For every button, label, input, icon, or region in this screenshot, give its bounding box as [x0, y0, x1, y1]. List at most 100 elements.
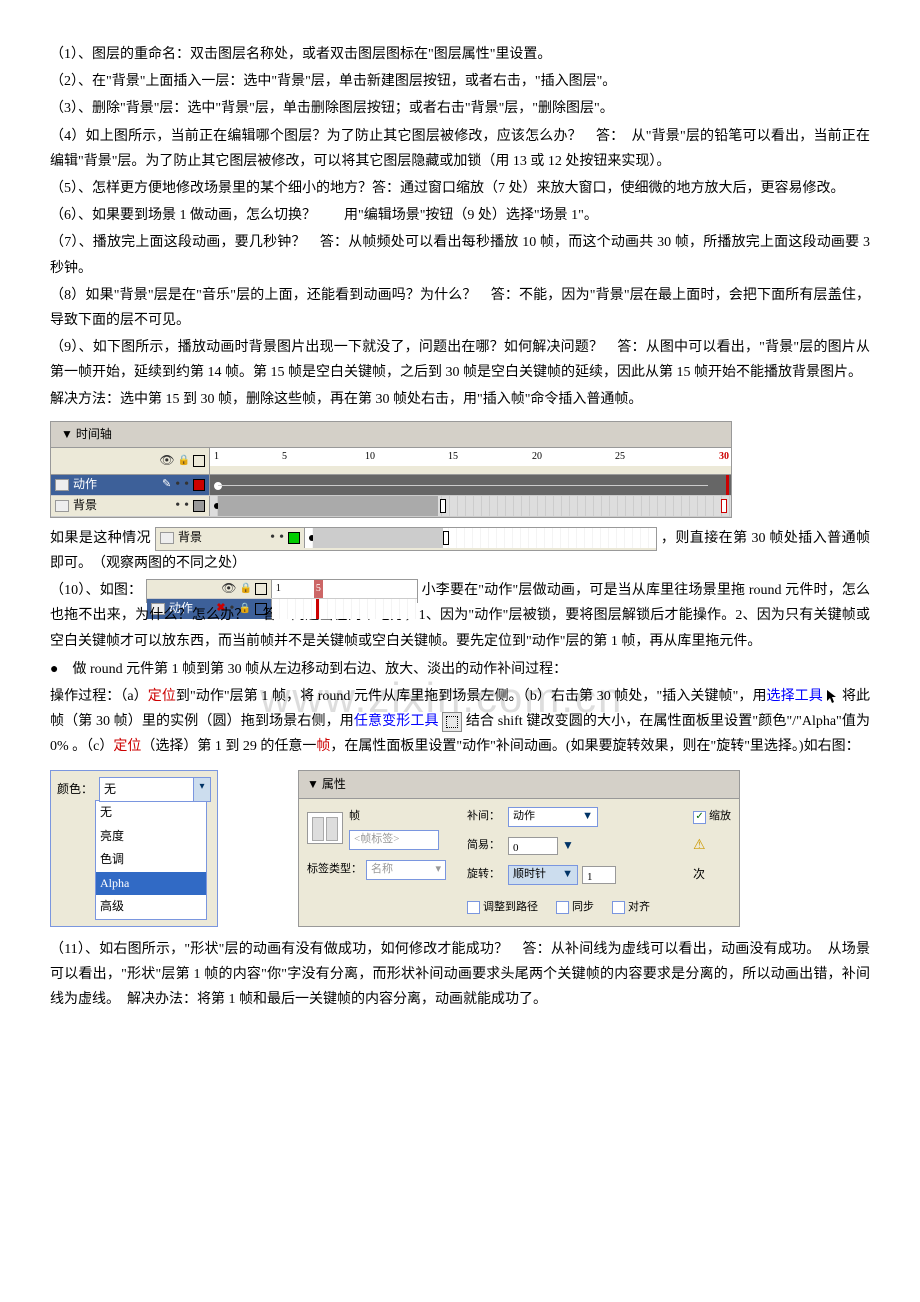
- color-select-options[interactable]: 无 亮度 色调 Alpha 高级: [95, 800, 207, 920]
- dropdown-arrow-icon: ▼: [562, 865, 573, 885]
- sync-checkbox[interactable]: 同步: [556, 898, 594, 918]
- align-checkbox[interactable]: 对齐: [612, 898, 650, 918]
- eye-icon[interactable]: 👁: [159, 450, 174, 472]
- para-9b: 解决方法：选中第 15 到 30 帧，删除这些帧，再在第 30 帧处右击，用"插…: [50, 387, 870, 412]
- cursor-icon: [826, 689, 838, 705]
- checkbox-icon: [467, 901, 480, 914]
- transform-icon: [442, 712, 462, 732]
- layer-row-action[interactable]: 动作 ✎ • •: [51, 475, 731, 496]
- ease-label: 简易：: [467, 836, 500, 856]
- color-option[interactable]: 高级: [96, 895, 206, 919]
- text-before-inline: 如果是这种情况: [50, 531, 151, 546]
- color-select[interactable]: 无 ▾: [99, 777, 211, 803]
- operation-process: 操作过程：（a）定位到"动作"层第 1 帧，将 round 元件从库里拖到场景左…: [50, 684, 870, 760]
- layer-label: 动作: [73, 474, 97, 496]
- rotate-value: 顺时针: [513, 865, 546, 885]
- ruler-num: 5: [314, 580, 323, 598]
- op-locate2: 定位: [113, 739, 141, 754]
- frames-action[interactable]: [210, 475, 731, 495]
- ruler-num: 30: [719, 448, 729, 466]
- ruler-num: 25: [615, 448, 625, 466]
- timeline-tab[interactable]: ▼ 时间轴: [51, 422, 731, 449]
- dropdown-arrow-icon[interactable]: ▾: [193, 778, 210, 802]
- op-text: 到"动作"层第 1 帧，将 round 元件从库里拖到场景左侧。（b）右击第 3…: [176, 689, 767, 704]
- checkbox-icon: [556, 901, 569, 914]
- timeline-inline-action: 👁 🔒 1 5 动作 ✖ • 🔒: [146, 579, 418, 603]
- color-label: 颜色：: [57, 779, 93, 801]
- timeline-ruler[interactable]: 1 5 10 15 20 25 30: [210, 448, 731, 466]
- adjust-path-label: 调整到路径: [483, 898, 538, 918]
- lock-icon[interactable]: 🔒: [239, 580, 251, 598]
- frames-inline[interactable]: [305, 528, 656, 548]
- dot-icon[interactable]: •: [184, 493, 189, 518]
- para-8: （8）如果"背景"层是在"音乐"层的上面，还能看到动画吗？为什么？ 答：不能，因…: [50, 283, 870, 333]
- outline-icon[interactable]: [193, 455, 205, 467]
- color-icon[interactable]: [193, 500, 205, 512]
- pencil-icon: ✎: [162, 475, 171, 495]
- layer-name-background[interactable]: 背景 • •: [51, 496, 210, 516]
- timeline-header: 👁 🔒 1 5 10 15 20 25 30: [51, 448, 731, 475]
- frames-inline2[interactable]: [272, 599, 417, 619]
- op-text: 操作过程：（a）: [50, 689, 148, 704]
- frames-background[interactable]: [210, 496, 731, 516]
- color-option-selected[interactable]: Alpha: [96, 872, 206, 896]
- layer-icon: [55, 479, 69, 491]
- op-select-tool: 选择工具: [767, 689, 823, 704]
- color-icon[interactable]: [288, 532, 300, 544]
- tween-label: 补间：: [467, 807, 500, 827]
- dropdown-arrow-icon[interactable]: ▼: [562, 835, 574, 857]
- ruler-num: 10: [365, 448, 375, 466]
- tween-select[interactable]: 动作 ▼: [508, 807, 598, 827]
- layer-header-controls-inline: 👁 🔒: [147, 580, 272, 598]
- lock-icon[interactable]: 🔒: [178, 452, 190, 470]
- label-type-value: 名称: [371, 860, 393, 880]
- playhead[interactable]: [316, 599, 319, 619]
- para-11: （11）、如右图所示，"形状"层的动画有没有做成功，如何修改才能成功？ 答：从补…: [50, 937, 870, 1013]
- layer-name-action[interactable]: 动作 ✎ • •: [51, 475, 210, 495]
- layer-row-background[interactable]: 背景 • •: [51, 496, 731, 517]
- dot-icon[interactable]: •: [279, 525, 284, 550]
- timeline-panel-1: ▼ 时间轴 👁 🔒 1 5 10 15 20 25 30 动作 ✎ • •: [50, 421, 732, 518]
- ease-input[interactable]: 0: [508, 837, 558, 855]
- frame-icon: [307, 812, 343, 844]
- playhead[interactable]: [726, 475, 729, 495]
- ruler-inline[interactable]: 1 5: [272, 580, 417, 598]
- align-label: 对齐: [628, 898, 650, 918]
- color-panel: 颜色： 无 ▾ 无 亮度 色调 Alpha 高级: [50, 770, 218, 928]
- dot-icon[interactable]: •: [270, 525, 275, 550]
- op-frame: 帧: [316, 739, 330, 754]
- bullet-text: 做 round 元件第 1 帧到第 30 帧从左边移动到右边、放大、淡出的动作补…: [72, 662, 567, 677]
- label-type-select[interactable]: 名称 ▾: [366, 860, 446, 880]
- layer-header-controls: 👁 🔒: [51, 448, 210, 474]
- ruler-num: 1: [214, 448, 219, 466]
- rotate-label: 旋转：: [467, 865, 500, 885]
- scale-checkbox[interactable]: ✓ 缩放: [693, 807, 731, 827]
- para-7: （7）、播放完上面这段动画，要几秒钟？ 答：从帧频处可以看出每秒播放 10 帧，…: [50, 230, 870, 280]
- layer-name-background-inline[interactable]: 背景 • •: [156, 528, 305, 548]
- frame-label-input[interactable]: <帧标签>: [349, 830, 439, 850]
- color-option[interactable]: 色调: [96, 848, 206, 872]
- rotate-unit: 次: [693, 864, 731, 886]
- para-4: （4）如上图所示，当前正在编辑哪个图层？为了防止其它图层被修改，应该怎么办？ 答…: [50, 124, 870, 174]
- checkbox-icon: [612, 901, 625, 914]
- dropdown-arrow-icon: ▼: [582, 807, 593, 827]
- dot-icon[interactable]: •: [175, 493, 180, 518]
- para-10: （10）、如图： 👁 🔒 1 5 动作 ✖ • 🔒: [50, 578, 870, 654]
- color-option[interactable]: 亮度: [96, 825, 206, 849]
- adjust-path-checkbox[interactable]: 调整到路径: [467, 898, 538, 918]
- rotate-select[interactable]: 顺时针 ▼: [508, 865, 578, 885]
- properties-panel: ▼ 属性 帧 <帧标签> 标签类型： 名称 ▾: [298, 770, 740, 927]
- outline-icon[interactable]: [255, 583, 267, 595]
- rotate-count-input[interactable]: 1: [582, 866, 616, 884]
- properties-title[interactable]: ▼ 属性: [299, 771, 739, 800]
- dropdown-arrow-icon: ▾: [435, 860, 441, 880]
- para-9c: 如果是这种情况 背景 • • ，则直接在第 30 帧处插入普通帧即可。 （观察两…: [50, 526, 870, 576]
- ruler-num: 5: [282, 448, 287, 466]
- op-locate: 定位: [148, 689, 176, 704]
- op-transform-tool: 任意变形工具: [354, 714, 439, 729]
- color-icon[interactable]: [193, 479, 205, 491]
- para-2: （2）、在"背景"上面插入一层：选中"背景"层，单击新建图层按钮，或者右击，"插…: [50, 69, 870, 94]
- color-option[interactable]: 无: [96, 801, 206, 825]
- tween-value: 动作: [513, 807, 535, 827]
- ruler-num: 15: [448, 448, 458, 466]
